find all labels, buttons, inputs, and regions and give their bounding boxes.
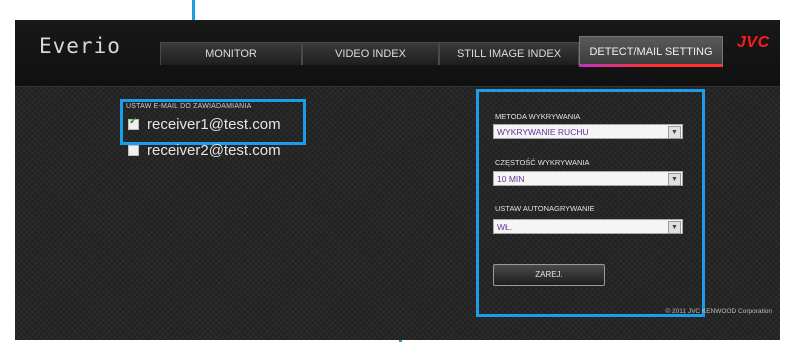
mail-address: receiver2@test.com bbox=[147, 141, 281, 159]
tab-still-image-index[interactable]: STILL IMAGE INDEX bbox=[439, 42, 579, 65]
jvc-logo: JVC bbox=[737, 34, 770, 51]
mail-recipient-2[interactable]: receiver2@test.com bbox=[128, 141, 281, 159]
mail-address: receiver1@test.com bbox=[147, 115, 281, 133]
auto-record-select[interactable]: WŁ. ▼ bbox=[493, 219, 683, 234]
detection-method-label: METODA WYKRYWANIA bbox=[495, 112, 581, 121]
auto-record-value: WŁ. bbox=[497, 222, 513, 232]
content-area: USTAW E-MAIL DO ZAWIADAMIANIA receiver1@… bbox=[15, 87, 780, 340]
detection-frequency-label: CZĘSTOŚĆ WYKRYWANIA bbox=[495, 158, 590, 167]
checkbox-icon[interactable] bbox=[128, 144, 139, 156]
chevron-down-icon[interactable]: ▼ bbox=[668, 126, 681, 139]
apply-button[interactable]: ZAREJ. bbox=[493, 264, 605, 286]
copyright-text: © 2011 JVC KENWOOD Corporation bbox=[665, 308, 772, 315]
detection-method-select[interactable]: WYKRYWANIE RUCHU ▼ bbox=[493, 124, 683, 139]
checkbox-icon[interactable] bbox=[128, 116, 139, 130]
mail-recipient-1[interactable]: receiver1@test.com bbox=[128, 115, 281, 133]
tab-detect-mail-setting[interactable]: DETECT/MAIL SETTING bbox=[579, 36, 723, 67]
tab-monitor[interactable]: MONITOR bbox=[160, 42, 302, 65]
auto-record-label: USTAW AUTONAGRYWANIE bbox=[495, 204, 595, 213]
detection-method-value: WYKRYWANIE RUCHU bbox=[497, 127, 589, 137]
mail-caption: USTAW E-MAIL DO ZAWIADAMIANIA bbox=[126, 103, 252, 110]
detection-frequency-value: 10 MIN bbox=[497, 174, 525, 184]
chevron-down-icon[interactable]: ▼ bbox=[668, 221, 681, 234]
app-window: Everio MONITOR VIDEO INDEX STILL IMAGE I… bbox=[15, 20, 780, 340]
everio-logo: Everio bbox=[39, 34, 121, 58]
tab-video-index[interactable]: VIDEO INDEX bbox=[302, 42, 439, 65]
chevron-down-icon[interactable]: ▼ bbox=[668, 173, 681, 186]
app-header: Everio MONITOR VIDEO INDEX STILL IMAGE I… bbox=[15, 20, 780, 87]
detection-frequency-select[interactable]: 10 MIN ▼ bbox=[493, 171, 683, 186]
